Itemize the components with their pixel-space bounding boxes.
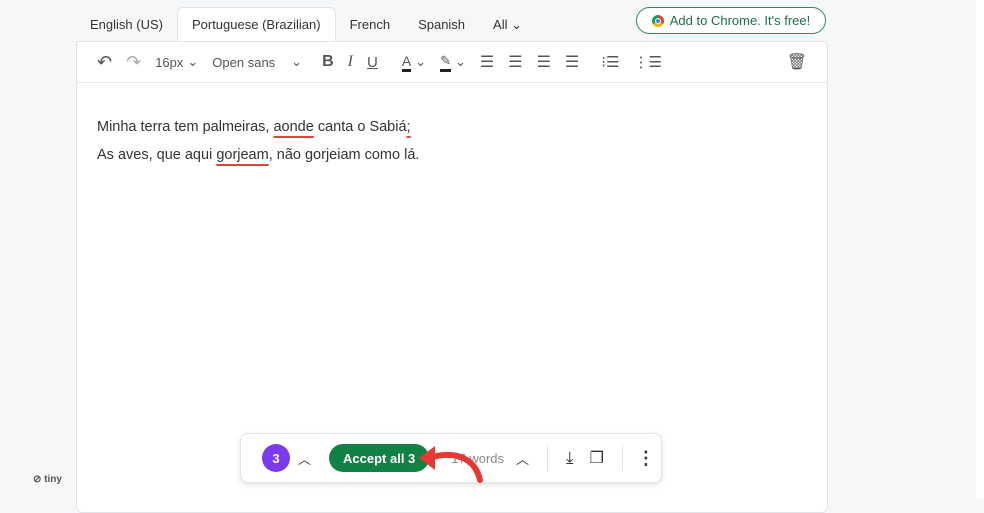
paragraph-1: Minha terra tem palmeiras, aonde canta o… bbox=[97, 113, 807, 141]
punctuation-error[interactable]: ; bbox=[407, 119, 411, 135]
underline-button[interactable]: U bbox=[367, 54, 378, 71]
tab-french[interactable]: French bbox=[336, 8, 404, 42]
divider bbox=[547, 445, 549, 471]
tab-all[interactable]: All ⌄ bbox=[479, 8, 536, 42]
numbered-list-icon[interactable]: ⋮☰ bbox=[633, 53, 661, 71]
font-size-value: 16px bbox=[155, 54, 184, 70]
add-to-chrome-button[interactable]: Add to Chrome. It's free! bbox=[636, 7, 826, 34]
divider bbox=[621, 445, 623, 471]
more-options-icon[interactable]: ⋮ bbox=[637, 448, 655, 469]
tiny-brand: tiny bbox=[44, 474, 62, 485]
text-color-icon: A bbox=[401, 53, 412, 72]
undo-icon[interactable]: ↶ bbox=[97, 52, 112, 73]
page-edge bbox=[976, 0, 984, 499]
highlight-button[interactable]: ✎ ⌄ bbox=[440, 53, 466, 72]
copy-icon[interactable]: ❐ bbox=[590, 448, 604, 468]
align-justify-icon[interactable]: ☰ bbox=[565, 52, 579, 72]
align-left-icon[interactable]: ☰ bbox=[480, 52, 494, 72]
chrome-icon bbox=[651, 14, 664, 27]
toolbar: ↶ ↷ 16px ⌄ Open sans ⌄ B I U A ⌄ ✎ ⌄ ☰ ☰ ☰ ☰… bbox=[77, 42, 827, 83]
text: , não gorjeiam como lá. bbox=[268, 147, 420, 163]
chevron-down-icon: ⌄ bbox=[291, 54, 303, 69]
tab-english[interactable]: English (US) bbox=[76, 8, 177, 42]
bold-button[interactable]: B bbox=[322, 53, 334, 71]
chevron-down-icon: ⌄ bbox=[187, 54, 199, 69]
tab-spanish[interactable]: Spanish bbox=[404, 8, 479, 42]
tiny-logo: ⊘ tiny bbox=[33, 474, 62, 485]
editor-content[interactable]: Minha terra tem palmeiras, aonde canta o… bbox=[77, 83, 827, 199]
font-family-select[interactable]: Open sans ⌄ bbox=[212, 54, 302, 70]
font-size-select[interactable]: 16px ⌄ bbox=[155, 54, 198, 70]
font-family-value: Open sans bbox=[212, 54, 276, 70]
text: Minha terra tem palmeiras, bbox=[97, 119, 274, 135]
add-to-chrome-label: Add to Chrome. It's free! bbox=[669, 13, 811, 28]
text: Sabiá bbox=[369, 119, 407, 135]
trash-icon[interactable]: 🗑 bbox=[787, 52, 807, 72]
chevron-down-icon: ⌄ bbox=[511, 17, 523, 32]
language-tabs: English (US) Portuguese (Brazilian) Fren… bbox=[76, 6, 536, 42]
chevron-up-icon[interactable]: ︿ bbox=[298, 449, 311, 468]
align-center-icon[interactable]: ☰ bbox=[508, 52, 522, 72]
chevron-down-icon: ⌄ bbox=[454, 54, 466, 69]
red-arrow-annotation bbox=[419, 446, 483, 483]
text: canta o bbox=[313, 119, 370, 135]
paragraph-2: As aves, que aqui gorjeam, não gorjeiam … bbox=[97, 141, 807, 169]
chevron-up-icon[interactable]: ︿ bbox=[516, 449, 529, 468]
tab-all-label: All bbox=[493, 17, 508, 32]
download-icon[interactable]: ⤓ bbox=[566, 448, 574, 468]
spelling-error[interactable]: aonde bbox=[273, 119, 313, 135]
italic-button[interactable]: I bbox=[348, 53, 353, 71]
bullet-list-icon[interactable]: ⁝☰ bbox=[601, 53, 619, 71]
text-color-button[interactable]: A ⌄ bbox=[401, 53, 427, 72]
highlighter-icon: ✎ bbox=[440, 53, 451, 72]
text: As aves, que aqui bbox=[97, 147, 217, 163]
suggestion-count-badge[interactable]: 3 bbox=[262, 444, 290, 472]
spelling-error[interactable]: gorjeam bbox=[216, 147, 268, 163]
chevron-down-icon: ⌄ bbox=[415, 54, 427, 69]
tab-portuguese[interactable]: Portuguese (Brazilian) bbox=[176, 7, 336, 42]
align-right-icon[interactable]: ☰ bbox=[537, 52, 551, 72]
redo-icon[interactable]: ↷ bbox=[126, 52, 141, 73]
